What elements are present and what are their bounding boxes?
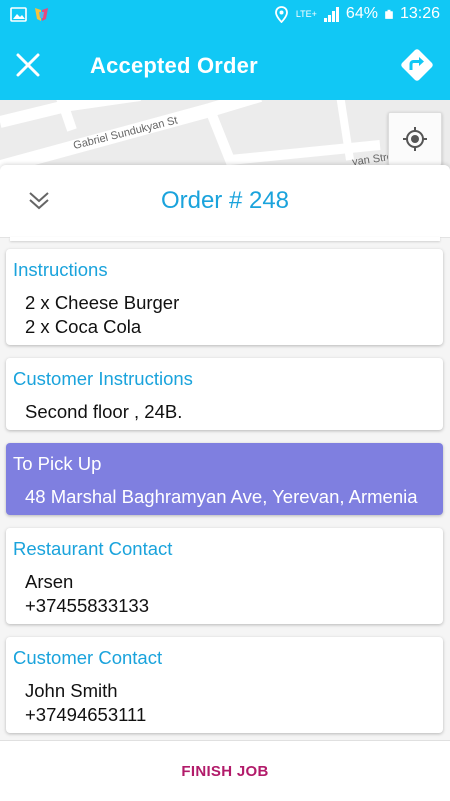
battery-icon	[385, 9, 393, 19]
card-label: Customer Contact	[13, 647, 163, 668]
sheet-header: Order # 248	[0, 165, 450, 238]
pickup-card[interactable]: To Pick Up 48 Marshal Baghramyan Ave, Ye…	[6, 443, 443, 515]
contact-phone[interactable]: +37494653111	[25, 703, 146, 727]
page-title: Accepted Order	[90, 53, 258, 78]
card-body: 2 x Cheese Burger 2 x Coca Cola	[25, 291, 179, 339]
instruction-line: 2 x Cheese Burger	[25, 292, 180, 313]
card-label: Customer Instructions	[13, 368, 193, 389]
contact-name: John Smith	[25, 680, 118, 701]
finish-job-button[interactable]: FINISH JOB	[0, 741, 450, 801]
signal-icon	[323, 6, 339, 22]
pickup-address: 48 Marshal Baghramyan Ave, Yerevan, Arme…	[25, 485, 418, 509]
instruction-line: Second floor , 24B.	[25, 401, 183, 422]
customer-contact-card[interactable]: Customer Contact John Smith +37494653111	[6, 637, 443, 733]
status-bar: LTE+ 64% 13:26	[0, 0, 450, 31]
card-body: Second floor , 24B.	[25, 400, 182, 424]
address-line: 48 Marshal Baghramyan Ave, Yerevan, Arme…	[25, 486, 418, 507]
image-notification-icon	[10, 7, 27, 22]
card-label: To Pick Up	[13, 453, 102, 474]
my-location-button[interactable]	[388, 112, 442, 166]
my-location-icon	[403, 127, 427, 151]
app-toolbar: Accepted Order	[0, 31, 450, 100]
card-body: Arsen +37455833133	[25, 570, 149, 618]
restaurant-contact-card[interactable]: Restaurant Contact Arsen +37455833133	[6, 528, 443, 624]
battery-percent: 64%	[345, 5, 378, 22]
card-body: John Smith +37494653111	[25, 679, 146, 727]
instructions-card: Instructions 2 x Cheese Burger 2 x Coca …	[6, 249, 443, 345]
order-details-sheet: Order # 248 Instructions 2 x Cheese Burg…	[0, 165, 450, 800]
network-type: LTE+	[295, 8, 317, 19]
clock: 13:26	[399, 5, 440, 22]
app-notification-icon	[35, 8, 48, 21]
contact-phone[interactable]: +37455833133	[25, 594, 149, 618]
close-icon[interactable]	[14, 51, 42, 79]
card-edge	[10, 237, 440, 241]
card-label: Restaurant Contact	[13, 538, 173, 559]
customer-instructions-card: Customer Instructions Second floor , 24B…	[6, 358, 443, 430]
order-number: Order # 248	[160, 187, 290, 214]
card-label: Instructions	[13, 259, 108, 280]
instruction-line: 2 x Coca Cola	[25, 316, 142, 337]
contact-name: Arsen	[25, 571, 74, 592]
location-icon	[274, 5, 288, 23]
bottom-action-bar: FINISH JOB	[0, 740, 450, 801]
directions-icon[interactable]	[398, 46, 436, 84]
